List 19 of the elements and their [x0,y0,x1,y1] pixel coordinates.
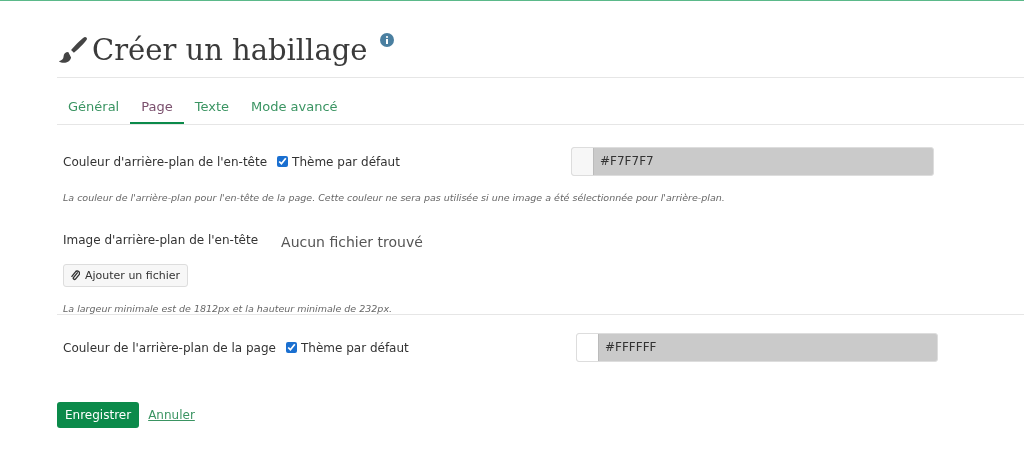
paintbrush-icon [57,35,87,65]
field-label: Couleur d'arrière-plan de l'en-tête [63,154,268,169]
tab[interactable]: Page [130,91,184,124]
checkbox-label: Thème par défaut [292,154,400,169]
checkbox-label: Thème par défaut [300,340,409,355]
field-label: Couleur de l'arrière-plan de la page [63,340,276,355]
file-status: Aucun fichier trouvé [281,234,423,250]
cancel-link[interactable]: Annuler [148,408,195,422]
add-file-button[interactable]: Ajouter un fichier [63,264,189,287]
page-title: Créer un habillage [92,32,368,69]
help-text: La couleur de l'arrière-plan pour l'en-tête de la page. Cette couleur ne sera pas utilisée si une image a été sélectionnée pour l'arrière-plan. [63,192,726,203]
save-button[interactable]: Enregistrer [57,402,140,428]
help-text: La largeur minimale est de 1812px et la hauteur minimale de 232px. [63,303,394,314]
info-icon[interactable] [380,33,395,47]
tab[interactable]: Général [57,91,131,124]
paperclip-icon [71,270,80,281]
tab[interactable]: Texte [183,91,240,124]
field-label: Image d'arrière-plan de l'en-tête [63,233,259,247]
tab[interactable]: Mode avancé [240,91,349,124]
